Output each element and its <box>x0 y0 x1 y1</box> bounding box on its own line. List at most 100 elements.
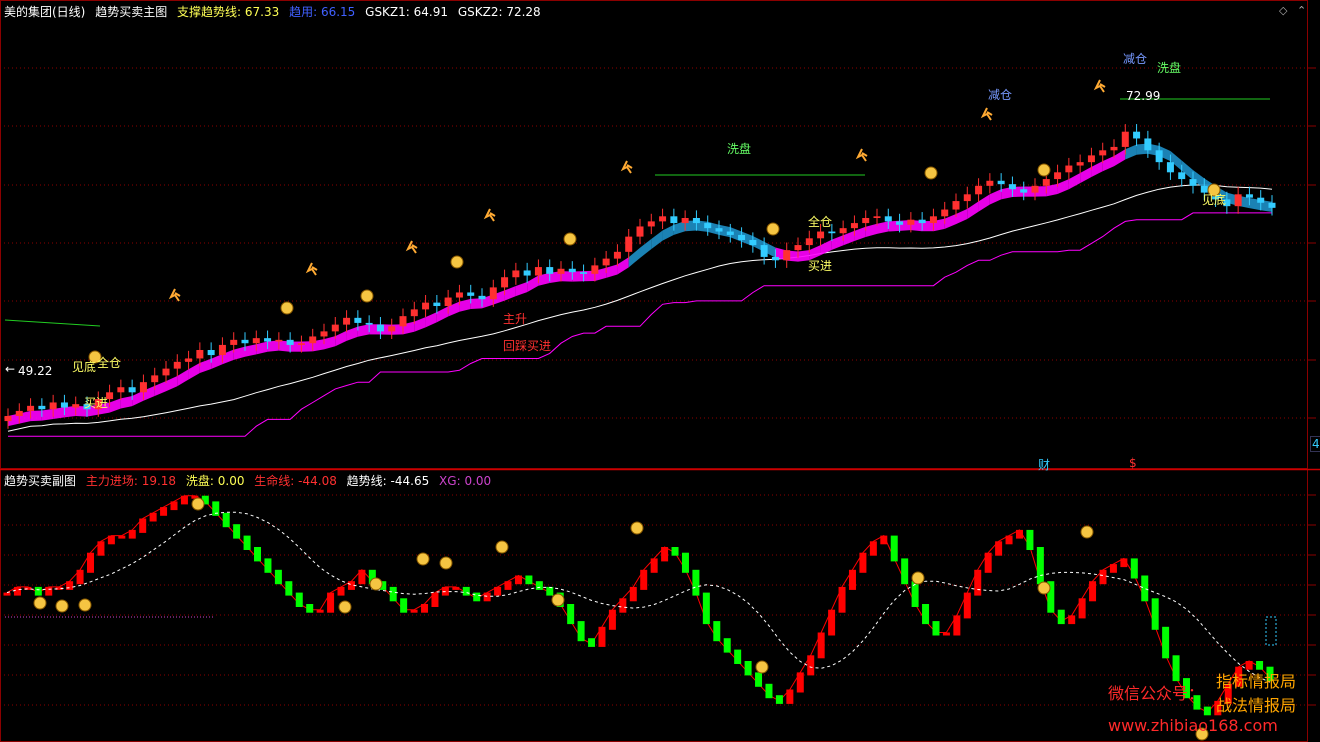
cyan-box <box>1265 616 1277 646</box>
runner-icon <box>168 288 181 302</box>
sub-bar <box>45 586 53 596</box>
candle-body <box>794 245 802 251</box>
chart-canvas <box>0 0 1320 742</box>
runner-icon <box>620 160 633 174</box>
money-bag-icon <box>369 577 383 591</box>
sub-bar <box>462 586 470 596</box>
candle-body <box>1054 172 1062 180</box>
right-tag[interactable]: 4 <box>1310 436 1320 452</box>
chevron-up-icon[interactable]: ⌃ <box>1297 4 1306 17</box>
sub-bar <box>139 518 147 533</box>
sub-bar <box>734 649 742 664</box>
candle-body <box>72 404 80 408</box>
candle-body <box>264 338 272 342</box>
money-bag-icon <box>911 571 925 585</box>
candle-body <box>918 219 926 224</box>
stock-title[interactable]: 美的集团(日线) <box>4 5 85 19</box>
money-bag-icon <box>280 301 294 315</box>
candle-body <box>4 416 12 422</box>
sub-bar <box>149 512 157 522</box>
trend-ribbon-segment <box>606 264 618 278</box>
candle-body <box>647 221 655 227</box>
signal-xipan-2: 洗盘 <box>1157 61 1182 75</box>
candle-body <box>230 339 238 345</box>
sub-bar <box>963 592 971 619</box>
sub-bar <box>535 581 543 590</box>
trend-ribbon-segment <box>256 341 268 355</box>
candle-body <box>1144 138 1152 151</box>
trend-ribbon-segment <box>662 224 674 241</box>
candle-body <box>941 209 949 217</box>
candle-body <box>952 201 960 210</box>
cai-mark: 财 <box>1038 458 1051 472</box>
trend-ribbon-segment <box>673 221 686 235</box>
trend-ribbon-segment <box>1114 149 1126 167</box>
money-bag-icon <box>1037 581 1051 595</box>
price-high-label: 72.99 <box>1126 89 1161 103</box>
money-bag-icon <box>55 599 69 613</box>
runner-icon <box>483 208 496 222</box>
trend-ribbon-segment <box>166 376 178 392</box>
watermark-line3: www.zhibiao168.com <box>1108 716 1278 735</box>
money-bag-icon <box>755 660 769 674</box>
candle-body <box>27 405 35 411</box>
candle-body <box>444 297 452 306</box>
candle-body <box>873 216 881 218</box>
candle-body <box>207 350 215 356</box>
candle-body <box>38 405 46 410</box>
sub-bar <box>1099 569 1107 585</box>
signal-mairu-2: 买进 <box>808 259 833 273</box>
sub-bar <box>598 626 606 647</box>
candle-body <box>139 382 147 393</box>
candle-body <box>670 216 678 224</box>
signal-jiancang-1: 减仓 <box>988 88 1013 102</box>
wash-value: 0.00 <box>217 474 245 488</box>
candle-body <box>862 218 870 224</box>
trend-ribbon-segment <box>640 238 652 258</box>
candle-body <box>1178 172 1186 180</box>
candle-body <box>388 326 396 332</box>
sub-bar <box>702 592 710 625</box>
trend-ribbon-segment <box>651 230 663 250</box>
sub-bar <box>869 541 877 556</box>
candle-body <box>738 234 746 240</box>
support-value: 67.33 <box>244 5 280 19</box>
sub-bar <box>1130 558 1138 579</box>
candle-body <box>546 267 554 274</box>
money-bag-icon <box>766 222 780 236</box>
sub-bar <box>483 592 491 602</box>
trend-ribbon-segment <box>1080 166 1092 184</box>
sub-bar <box>107 535 115 545</box>
candle-body <box>1031 185 1039 193</box>
sub-bar <box>786 689 794 704</box>
sub-bar <box>13 586 21 596</box>
candle-body <box>704 223 712 229</box>
candle-body <box>489 287 497 300</box>
sub-bar <box>755 672 763 687</box>
candle-body <box>771 256 779 261</box>
xg-label: XG: <box>439 474 465 488</box>
sub-bar <box>901 558 909 585</box>
candle-body <box>929 216 937 224</box>
money-bag-icon <box>563 232 577 246</box>
candle-body <box>1008 184 1016 190</box>
diamond-icon[interactable]: ◇ <box>1279 4 1287 17</box>
sub-bar <box>1203 706 1211 716</box>
sub-bar <box>942 632 950 636</box>
sub-indicator-name[interactable]: 趋势买卖副图 <box>4 474 76 488</box>
sub-bar <box>608 609 616 630</box>
sub-bar <box>1026 529 1034 550</box>
main-indicator-name[interactable]: 趋势买卖主图 <box>95 5 167 19</box>
sub-bar <box>577 621 585 642</box>
money-bag-icon <box>439 556 453 570</box>
sub-bar <box>1068 615 1076 625</box>
trend-ribbon-segment <box>617 257 629 275</box>
trend-ribbon-segment <box>967 201 979 220</box>
candle-body <box>580 272 588 274</box>
candle-body <box>783 250 791 261</box>
main-force-value: 19.18 <box>141 474 177 488</box>
sub-bar <box>911 581 919 607</box>
money-bag-icon <box>191 497 205 511</box>
gskz1-label: GSKZ1: <box>365 5 414 19</box>
sub-bar <box>400 598 408 613</box>
